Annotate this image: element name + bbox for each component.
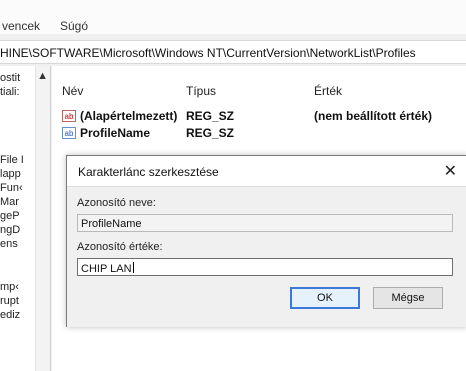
- tree-pane: ostit tiali: File I lapp Fun‹ Mar geP ng…: [0, 66, 51, 371]
- text-caret: [132, 262, 134, 273]
- value-name-field: ProfileName: [77, 214, 453, 232]
- tree-item[interactable]: geP: [0, 210, 20, 222]
- tree-item[interactable]: ostit: [0, 72, 20, 84]
- tree-scrollbar[interactable]: ▲: [35, 66, 50, 371]
- scroll-up-icon[interactable]: ▲: [37, 70, 48, 82]
- value-name-label: Azonosító neve:: [77, 197, 156, 209]
- menu-item-help[interactable]: Súgó: [60, 19, 88, 33]
- column-header-name[interactable]: Név: [62, 84, 83, 98]
- tree-item[interactable]: lapp: [0, 168, 21, 180]
- tree-item[interactable]: ens: [0, 238, 18, 250]
- cancel-button[interactable]: Mégse: [373, 287, 443, 309]
- ok-button[interactable]: OK: [290, 287, 360, 309]
- column-header-type[interactable]: Típus: [186, 84, 216, 98]
- menu-item-favorites[interactable]: vencek: [2, 19, 40, 33]
- menu-bar: vencek Súgó: [0, 0, 466, 34]
- value-name: ProfileName: [80, 126, 151, 140]
- value-data: (nem beállított érték): [314, 109, 433, 123]
- tree-item[interactable]: mp‹: [0, 281, 19, 293]
- tree-item[interactable]: tiali:: [0, 86, 20, 98]
- value-data-text: CHIP LAN: [81, 263, 132, 275]
- tree-item[interactable]: Fun‹: [0, 182, 23, 194]
- value-type: REG_SZ: [186, 109, 235, 123]
- value-name: (Alapértelmezett): [80, 109, 178, 123]
- close-icon[interactable]: ✕: [444, 161, 457, 181]
- tree-item[interactable]: Mar: [0, 196, 19, 208]
- address-path: HINE\SOFTWARE\Microsoft\Windows NT\Curre…: [0, 46, 416, 60]
- tree-item[interactable]: ngD: [0, 224, 20, 236]
- address-bar[interactable]: HINE\SOFTWARE\Microsoft\Windows NT\Curre…: [0, 40, 466, 64]
- string-value-icon: ab: [62, 110, 76, 122]
- value-data-input[interactable]: CHIP LAN: [77, 258, 453, 276]
- tree-item[interactable]: ediz: [0, 309, 20, 321]
- dialog-title: Karakterlánc szerkesztése: [78, 165, 219, 179]
- column-header-data[interactable]: Érték: [314, 84, 342, 98]
- dialog-body: Azonosító neve: ProfileName Azonosító ér…: [67, 186, 466, 327]
- value-name-text: ProfileName: [81, 218, 142, 230]
- edit-string-dialog: Karakterlánc szerkesztése ✕ Azonosító ne…: [66, 155, 466, 327]
- tree-item[interactable]: rupt: [0, 295, 19, 307]
- value-type: REG_SZ: [186, 126, 235, 140]
- value-data-label: Azonosító értéke:: [77, 241, 163, 253]
- tree-item[interactable]: File I: [0, 154, 24, 166]
- string-value-icon: ab: [62, 127, 76, 139]
